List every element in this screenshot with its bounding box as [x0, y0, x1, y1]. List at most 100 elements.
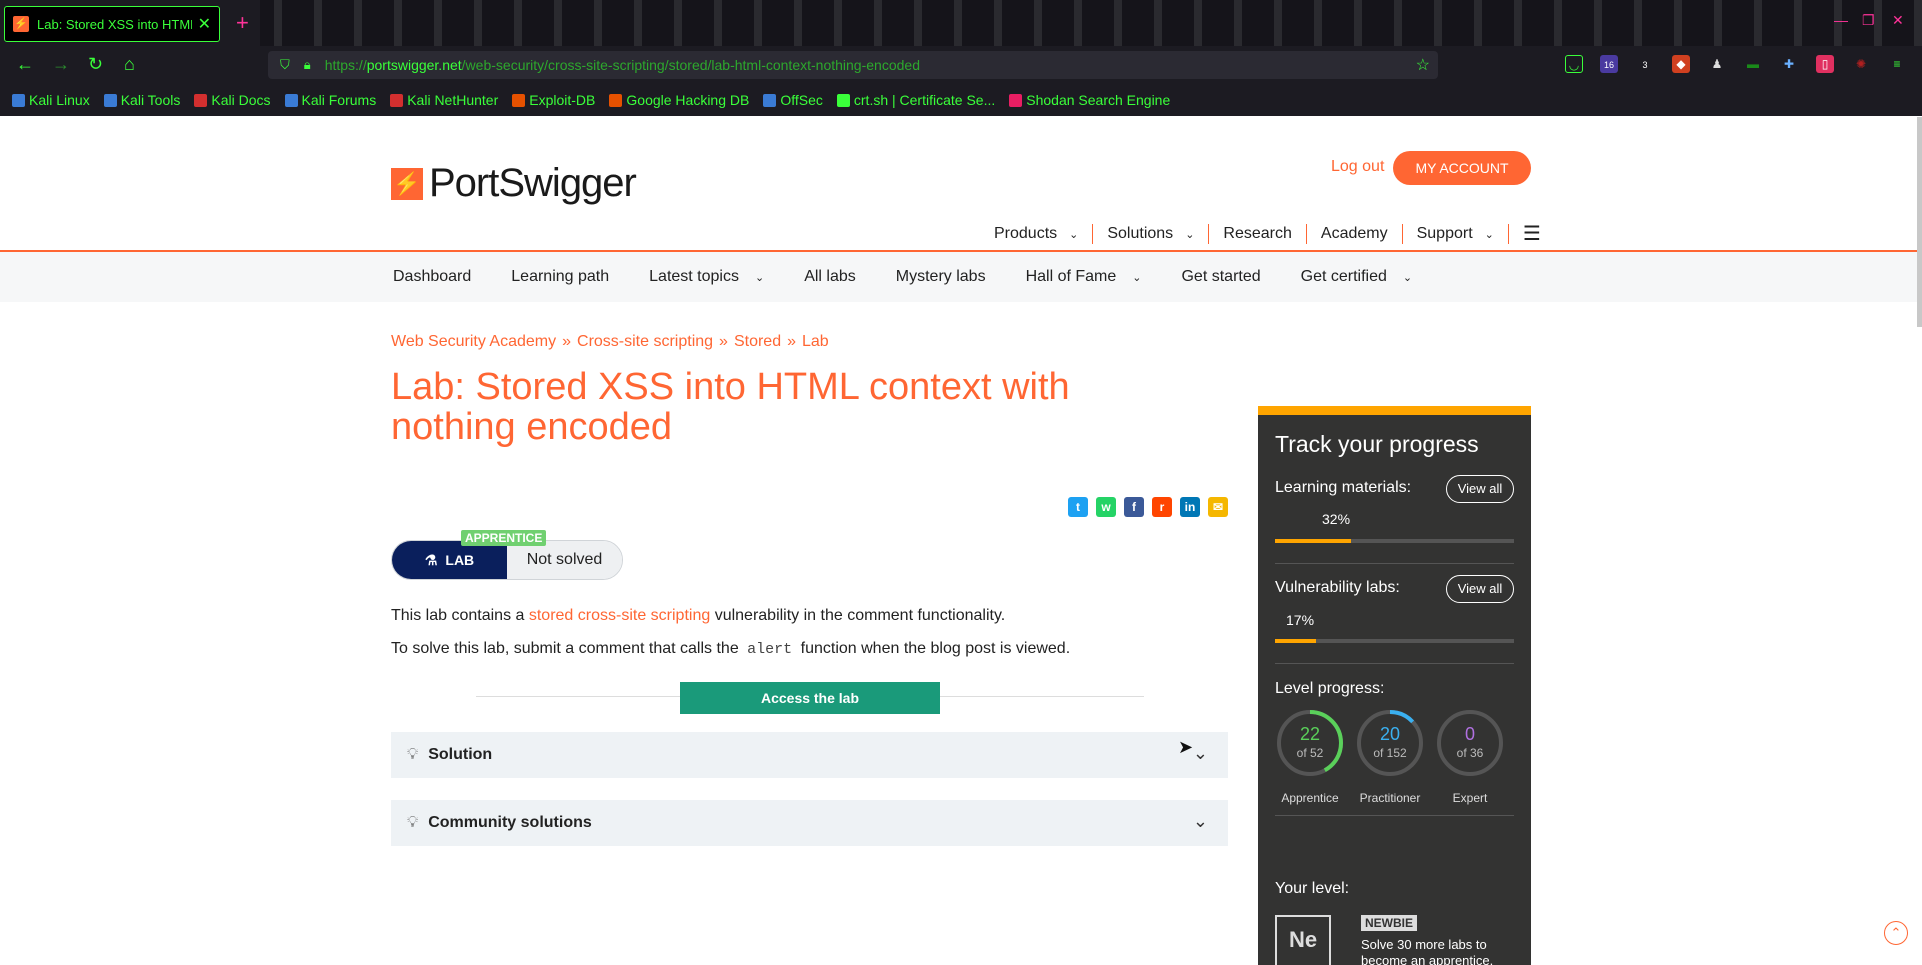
- subnav-item[interactable]: Latest topics ⌄: [649, 268, 764, 286]
- url-text[interactable]: https://portswigger.net/web-security/cro…: [325, 57, 920, 73]
- nav-products[interactable]: Products ⌄: [980, 223, 1094, 244]
- minimize-icon[interactable]: —: [1834, 12, 1848, 28]
- subnav-item[interactable]: Hall of Fame ⌄: [1026, 268, 1142, 286]
- reddit-icon[interactable]: r: [1152, 497, 1172, 517]
- bookmark-item[interactable]: Exploit-DB: [512, 92, 595, 108]
- shield-icon[interactable]: ⛉: [280, 57, 290, 73]
- access-lab-button[interactable]: Access the lab: [680, 682, 940, 714]
- email-icon[interactable]: ✉: [1208, 497, 1228, 517]
- breadcrumb-item[interactable]: Web Security Academy: [391, 333, 556, 351]
- main-nav: Products ⌄ Solutions ⌄ Research Academy Su…: [980, 221, 1541, 246]
- nav-support[interactable]: Support ⌄: [1403, 223, 1509, 244]
- bookmark-item[interactable]: Kali Linux: [12, 92, 90, 108]
- subnav-item[interactable]: Dashboard: [393, 268, 471, 286]
- bookmark-item[interactable]: OffSec: [763, 92, 823, 108]
- nav-solutions[interactable]: Solutions ⌄: [1093, 223, 1210, 244]
- lab-status: APPRENTICE ⚗ LAB Not solved: [391, 530, 623, 580]
- lock-icon[interactable]: 🔒︎: [304, 57, 311, 73]
- breadcrumb-item[interactable]: Stored: [734, 333, 781, 351]
- level-count: 22: [1299, 724, 1321, 744]
- extension-icon-1[interactable]: 16: [1600, 55, 1618, 73]
- subnav-item[interactable]: Mystery labs: [896, 268, 986, 286]
- extension-icon-6[interactable]: ✚: [1780, 55, 1798, 73]
- linkedin-icon[interactable]: in: [1180, 497, 1200, 517]
- facebook-icon[interactable]: f: [1124, 497, 1144, 517]
- learning-progress-bar: [1275, 539, 1514, 543]
- window-close-icon[interactable]: ✕: [1892, 12, 1904, 29]
- chevron-down-icon: ⌄: [1192, 743, 1208, 763]
- portswigger-favicon-icon: ⚡: [13, 16, 29, 32]
- bookmark-item[interactable]: crt.sh | Certificate Se...: [836, 92, 995, 108]
- home-icon[interactable]: ⌂: [124, 54, 135, 75]
- bookmark-favicon-icon: [836, 93, 850, 107]
- lab-description: This lab contains a stored cross-site sc…: [391, 607, 1006, 624]
- level-count: 0: [1464, 724, 1475, 744]
- extension-icon-3[interactable]: ◆: [1672, 55, 1690, 73]
- bookmark-star-icon[interactable]: ☆: [1416, 55, 1430, 75]
- reload-icon[interactable]: ↻: [88, 54, 103, 75]
- subnav-item[interactable]: All labs: [804, 268, 856, 286]
- level-progress-label: Level progress:: [1275, 680, 1385, 697]
- tab-bar-decoration: [260, 0, 1922, 46]
- solution-accordion[interactable]: 💡︎ Solution ⌄: [391, 732, 1228, 778]
- tab-title: Lab: Stored XSS into HTML: [37, 16, 192, 32]
- browser-tab-active[interactable]: ⚡ Lab: Stored XSS into HTML ✕: [4, 6, 220, 42]
- nav-academy[interactable]: Academy: [1307, 223, 1403, 244]
- vuln-progress-bar: [1275, 639, 1514, 643]
- level-ring-practitioner: 20 of 152: [1355, 708, 1425, 778]
- lightbulb-icon: 💡︎: [407, 814, 419, 831]
- portswigger-logo[interactable]: ⚡ PortSwigger: [391, 161, 637, 206]
- level-ring-expert: 0 of 36: [1435, 708, 1505, 778]
- chevron-down-icon: ⌄: [754, 272, 765, 284]
- bookmark-item[interactable]: Kali Tools: [103, 92, 180, 108]
- bookmark-favicon-icon: [390, 93, 404, 107]
- menu-icon[interactable]: ≡: [1888, 55, 1906, 73]
- bookmark-item[interactable]: Shodan Search Engine: [1009, 92, 1170, 108]
- bookmark-item[interactable]: Google Hacking DB: [609, 92, 749, 108]
- learning-materials-label: Learning materials:: [1275, 479, 1412, 496]
- nav-research[interactable]: Research: [1209, 223, 1307, 244]
- stored-xss-link[interactable]: stored cross-site scripting: [529, 607, 710, 624]
- bookmark-item[interactable]: Kali Docs: [194, 92, 271, 108]
- view-all-vuln-button[interactable]: View all: [1446, 575, 1514, 603]
- level-name: Expert: [1452, 791, 1488, 805]
- my-account-button[interactable]: MY ACCOUNT: [1393, 151, 1531, 185]
- level-name: Practitioner: [1359, 791, 1421, 805]
- twitter-icon[interactable]: t: [1068, 497, 1088, 517]
- progress-title: Track your progress: [1275, 431, 1479, 457]
- logout-link[interactable]: Log out: [1331, 158, 1384, 176]
- subnav-item[interactable]: Learning path: [511, 268, 609, 286]
- extension-icon-7[interactable]: ▯: [1816, 55, 1834, 73]
- level-count: 20: [1379, 724, 1401, 744]
- view-all-learning-button[interactable]: View all: [1446, 475, 1514, 503]
- pocket-icon[interactable]: ◡: [1565, 55, 1583, 73]
- tab-close-icon[interactable]: ✕: [198, 14, 211, 34]
- level-badge: APPRENTICE: [461, 530, 547, 546]
- level-symbol: Ne: [1275, 915, 1331, 965]
- bookmark-favicon-icon: [284, 93, 298, 107]
- extension-icon-8[interactable]: ✺: [1852, 55, 1870, 73]
- subnav-item[interactable]: Get started: [1181, 268, 1260, 286]
- whatsapp-icon[interactable]: w: [1096, 497, 1116, 517]
- hamburger-menu-icon[interactable]: ☰: [1509, 221, 1541, 246]
- bookmark-item[interactable]: Kali NetHunter: [390, 92, 498, 108]
- chevron-down-icon: ⌄: [1484, 228, 1494, 241]
- level-total: of 152: [1373, 746, 1407, 760]
- breadcrumb-item[interactable]: Lab: [802, 333, 829, 351]
- extension-icon-5[interactable]: ▬: [1744, 55, 1762, 73]
- address-bar[interactable]: ⛉ 🔒︎ https://portswigger.net/web-securit…: [268, 51, 1438, 79]
- bookmark-favicon-icon: [609, 93, 623, 107]
- page-scrollbar[interactable]: [1917, 117, 1922, 327]
- breadcrumb-item[interactable]: Cross-site scripting: [577, 333, 713, 351]
- community-solutions-accordion[interactable]: 💡︎ Community solutions ⌄: [391, 800, 1228, 846]
- new-tab-icon[interactable]: +: [236, 10, 249, 36]
- subnav-item[interactable]: Get certified ⌄: [1301, 268, 1412, 286]
- maximize-icon[interactable]: ❐: [1862, 12, 1875, 29]
- bookmark-item[interactable]: Kali Forums: [284, 92, 376, 108]
- extension-icon-2[interactable]: 3: [1636, 55, 1654, 73]
- back-icon[interactable]: ←: [16, 54, 34, 75]
- chevron-down-icon: ⌄: [1402, 272, 1413, 284]
- back-to-top-icon[interactable]: ⌃: [1884, 921, 1908, 945]
- forward-icon[interactable]: →: [52, 54, 70, 75]
- extension-icon-4[interactable]: ♟: [1708, 55, 1726, 73]
